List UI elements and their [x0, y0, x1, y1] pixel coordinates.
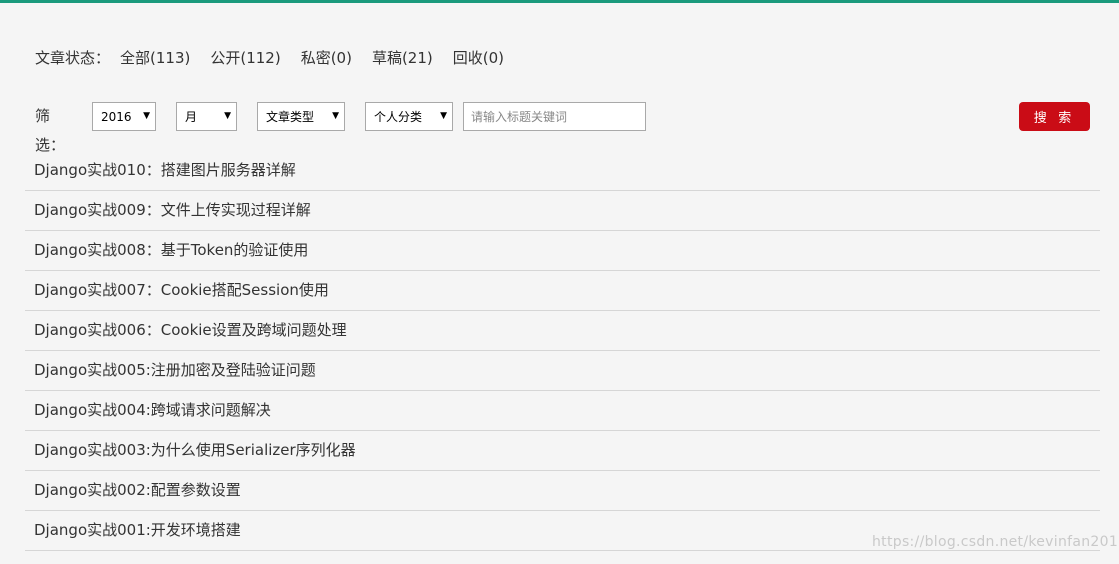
- top-accent-bar: [0, 0, 1119, 3]
- article-item[interactable]: Django实战004:跨域请求问题解决: [25, 391, 1100, 431]
- article-item[interactable]: Django实战007：Cookie搭配Session使用: [25, 271, 1100, 311]
- article-item[interactable]: Django实战002:配置参数设置: [25, 471, 1100, 511]
- month-select[interactable]: 月 ▼: [176, 102, 237, 131]
- year-value: 2016: [101, 109, 132, 124]
- year-select[interactable]: 2016 ▼: [92, 102, 156, 131]
- search-button[interactable]: 搜 索: [1019, 102, 1090, 131]
- article-item[interactable]: Django实战003:为什么使用Serializer序列化器: [25, 431, 1100, 471]
- status-private[interactable]: 私密(0): [301, 47, 352, 68]
- status-all[interactable]: 全部(113): [120, 47, 190, 68]
- status-label: 文章状态：: [35, 48, 111, 67]
- article-list: Django实战010：搭建图片服务器详解 Django实战009：文件上传实现…: [25, 151, 1100, 551]
- chevron-down-icon: ▼: [143, 111, 150, 121]
- article-item[interactable]: Django实战005:注册加密及登陆验证问题: [25, 351, 1100, 391]
- status-draft[interactable]: 草稿(21): [372, 47, 433, 68]
- chevron-down-icon: ▼: [332, 111, 339, 121]
- category-value: 个人分类: [374, 110, 423, 124]
- chevron-down-icon: ▼: [440, 111, 447, 121]
- article-status-bar: 文章状态： 全部(113) 公开(112) 私密(0) 草稿(21) 回收(0): [35, 46, 524, 68]
- article-type-select[interactable]: 文章类型 ▼: [257, 102, 345, 131]
- article-item[interactable]: Django实战010：搭建图片服务器详解: [25, 151, 1100, 191]
- month-value: 月: [185, 110, 198, 124]
- search-input[interactable]: [463, 102, 646, 131]
- watermark-text: https://blog.csdn.net/kevinfan2011: [872, 534, 1119, 550]
- article-item[interactable]: Django实战009：文件上传实现过程详解: [25, 191, 1100, 231]
- article-type-value: 文章类型: [266, 110, 315, 124]
- article-item[interactable]: Django实战008：基于Token的验证使用: [25, 231, 1100, 271]
- status-public[interactable]: 公开(112): [210, 47, 280, 68]
- chevron-down-icon: ▼: [224, 111, 231, 121]
- status-recycle[interactable]: 回收(0): [453, 47, 504, 68]
- category-select[interactable]: 个人分类 ▼: [365, 102, 453, 131]
- article-item[interactable]: Django实战006：Cookie设置及跨域问题处理: [25, 311, 1100, 351]
